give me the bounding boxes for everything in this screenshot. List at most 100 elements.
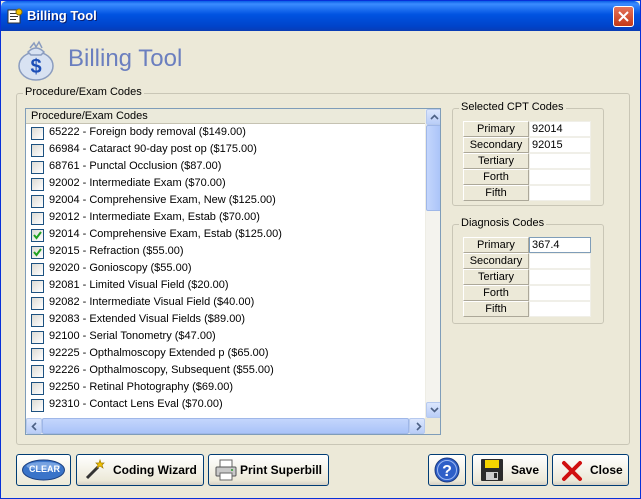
cpt-code-row-label: Fifth [463, 185, 529, 201]
procedure-checkbox[interactable] [31, 127, 44, 140]
cpt-code-input[interactable]: 92015 [529, 137, 591, 153]
diagnosis-code-input[interactable] [529, 301, 591, 317]
procedure-label: 92012 - Intermediate Exam, Estab ($70.00… [49, 211, 260, 223]
procedure-checkbox[interactable] [31, 348, 44, 361]
scroll-right-button[interactable] [409, 418, 425, 434]
diagnosis-code-input[interactable] [529, 253, 591, 269]
cpt-code-row: Fifth [463, 185, 591, 201]
scroll-up-button[interactable] [426, 109, 440, 125]
procedure-checkbox[interactable] [31, 399, 44, 412]
diagnosis-code-row-label: Forth [463, 285, 529, 301]
procedure-list-item[interactable]: 66984 - Cataract 90-day post op ($175.00… [26, 141, 425, 158]
procedure-list-header[interactable]: Procedure/Exam Codes [26, 109, 425, 124]
cpt-code-input[interactable] [529, 185, 591, 201]
chevron-up-icon [430, 114, 439, 120]
red-x-icon [562, 461, 582, 481]
procedure-checkbox[interactable] [31, 365, 44, 378]
procedure-list-item[interactable]: 92083 - Extended Visual Fields ($89.00) [26, 311, 425, 328]
procedure-checkbox[interactable] [31, 382, 44, 395]
procedure-list-item[interactable]: 92226 - Opthalmoscopy, Subsequent ($55.0… [26, 362, 425, 379]
procedure-checkbox[interactable] [31, 280, 44, 293]
procedure-list-item[interactable]: 65222 - Foreign body removal ($149.00) [26, 124, 425, 141]
procedure-checkbox[interactable] [31, 178, 44, 191]
procedure-list-item[interactable]: 92004 - Comprehensive Exam, New ($125.00… [26, 192, 425, 209]
procedure-checkbox[interactable] [31, 195, 44, 208]
procedure-list-item[interactable]: 92100 - Serial Tonometry ($47.00) [26, 328, 425, 345]
procedure-list-rows: 65222 - Foreign body removal ($149.00) 66… [26, 124, 425, 413]
window-close-button[interactable] [613, 6, 634, 27]
cpt-code-row: Secondary 92015 [463, 137, 591, 153]
procedure-checkbox[interactable] [31, 144, 44, 157]
diagnosis-code-row-label: Tertiary [463, 269, 529, 285]
scrollbar-corner [425, 418, 440, 434]
print-superbill-button[interactable]: Print Superbill [208, 454, 329, 486]
diagnosis-code-input[interactable] [529, 269, 591, 285]
scroll-down-button[interactable] [426, 402, 440, 418]
cpt-code-row-label: Primary [463, 121, 529, 137]
title-bar[interactable]: Billing Tool [1, 1, 640, 31]
procedure-label: 92250 - Retinal Photography ($69.00) [49, 381, 234, 393]
procedure-checkbox[interactable] [31, 246, 44, 259]
close-icon [618, 11, 629, 22]
procedure-list-item[interactable]: 92081 - Limited Visual Field ($20.00) [26, 277, 425, 294]
scroll-left-button[interactable] [26, 418, 42, 434]
cpt-code-input[interactable] [529, 153, 591, 169]
procedure-checkbox[interactable] [31, 314, 44, 327]
chevron-right-icon [416, 422, 422, 431]
procedure-checkbox[interactable] [31, 161, 44, 174]
procedure-checkbox[interactable] [31, 297, 44, 310]
diagnosis-code-row-label: Primary [463, 237, 529, 253]
procedure-label: 68761 - Punctal Occlusion ($87.00) [49, 160, 222, 172]
vertical-scrollbar[interactable] [425, 109, 440, 418]
chevron-left-icon [31, 422, 37, 431]
procedure-checkbox[interactable] [31, 212, 44, 225]
vertical-scroll-thumb[interactable] [426, 125, 440, 211]
procedure-label: 66984 - Cataract 90-day post op ($175.00… [49, 143, 257, 155]
cpt-code-input[interactable]: 92014 [529, 121, 591, 137]
window-title: Billing Tool [27, 8, 97, 23]
billing-tool-window: Billing Tool $ Billing Tool Procedure/Ex… [0, 0, 641, 499]
diagnosis-code-row: Secondary [463, 253, 591, 269]
clear-label: CLEAR [29, 464, 60, 474]
procedure-list-item[interactable]: 92002 - Intermediate Exam ($70.00) [26, 175, 425, 192]
coding-wizard-button[interactable]: Coding Wizard [76, 454, 204, 486]
procedure-list-item[interactable]: 92015 - Refraction ($55.00) [26, 243, 425, 260]
help-button[interactable]: ? [428, 454, 466, 486]
diagnosis-code-row-label: Fifth [463, 301, 529, 317]
close-button[interactable]: Close [552, 454, 629, 486]
procedure-list-item[interactable]: 92012 - Intermediate Exam, Estab ($70.00… [26, 209, 425, 226]
cpt-code-row: Forth [463, 169, 591, 185]
procedure-checkbox[interactable] [31, 229, 44, 242]
magic-wand-icon [85, 459, 105, 480]
horizontal-scroll-thumb[interactable] [42, 418, 409, 434]
procedure-label: 65222 - Foreign body removal ($149.00) [49, 126, 246, 138]
svg-text:$: $ [30, 56, 41, 78]
procedure-label: 92100 - Serial Tonometry ($47.00) [49, 330, 216, 342]
cpt-code-row-label: Tertiary [463, 153, 529, 169]
procedure-checkbox[interactable] [31, 263, 44, 276]
procedure-label: 92226 - Opthalmoscopy, Subsequent ($55.0… [49, 364, 274, 376]
procedure-list-item[interactable]: 92225 - Opthalmoscopy Extended p ($65.00… [26, 345, 425, 362]
cpt-code-input[interactable] [529, 169, 591, 185]
diagnosis-code-input[interactable] [529, 285, 591, 301]
procedure-list-item[interactable]: 68761 - Punctal Occlusion ($87.00) [26, 158, 425, 175]
procedure-list[interactable]: Procedure/Exam Codes 65222 - Foreign bod… [25, 108, 441, 435]
procedure-list-item[interactable]: 92082 - Intermediate Visual Field ($40.0… [26, 294, 425, 311]
diagnosis-code-row-label: Secondary [463, 253, 529, 269]
procedure-checkbox[interactable] [31, 331, 44, 344]
cpt-code-row: Tertiary [463, 153, 591, 169]
cpt-code-row-label: Forth [463, 169, 529, 185]
horizontal-scrollbar[interactable] [26, 418, 425, 434]
diagnosis-code-input[interactable]: 367.4 [529, 237, 591, 253]
clear-button[interactable]: CLEAR [16, 454, 71, 486]
diagnosis-code-row: Fifth [463, 301, 591, 317]
help-icon: ? [434, 457, 460, 483]
app-icon [7, 8, 23, 24]
procedure-list-item[interactable]: 92310 - Contact Lens Eval ($70.00) [26, 396, 425, 413]
procedure-list-item[interactable]: 92014 - Comprehensive Exam, Estab ($125.… [26, 226, 425, 243]
floppy-disk-icon [481, 459, 503, 481]
procedure-list-item[interactable]: 92250 - Retinal Photography ($69.00) [26, 379, 425, 396]
procedure-list-item[interactable]: 92020 - Gonioscopy ($55.00) [26, 260, 425, 277]
save-button[interactable]: Save [472, 454, 548, 486]
cpt-code-row: Primary 92014 [463, 121, 591, 137]
